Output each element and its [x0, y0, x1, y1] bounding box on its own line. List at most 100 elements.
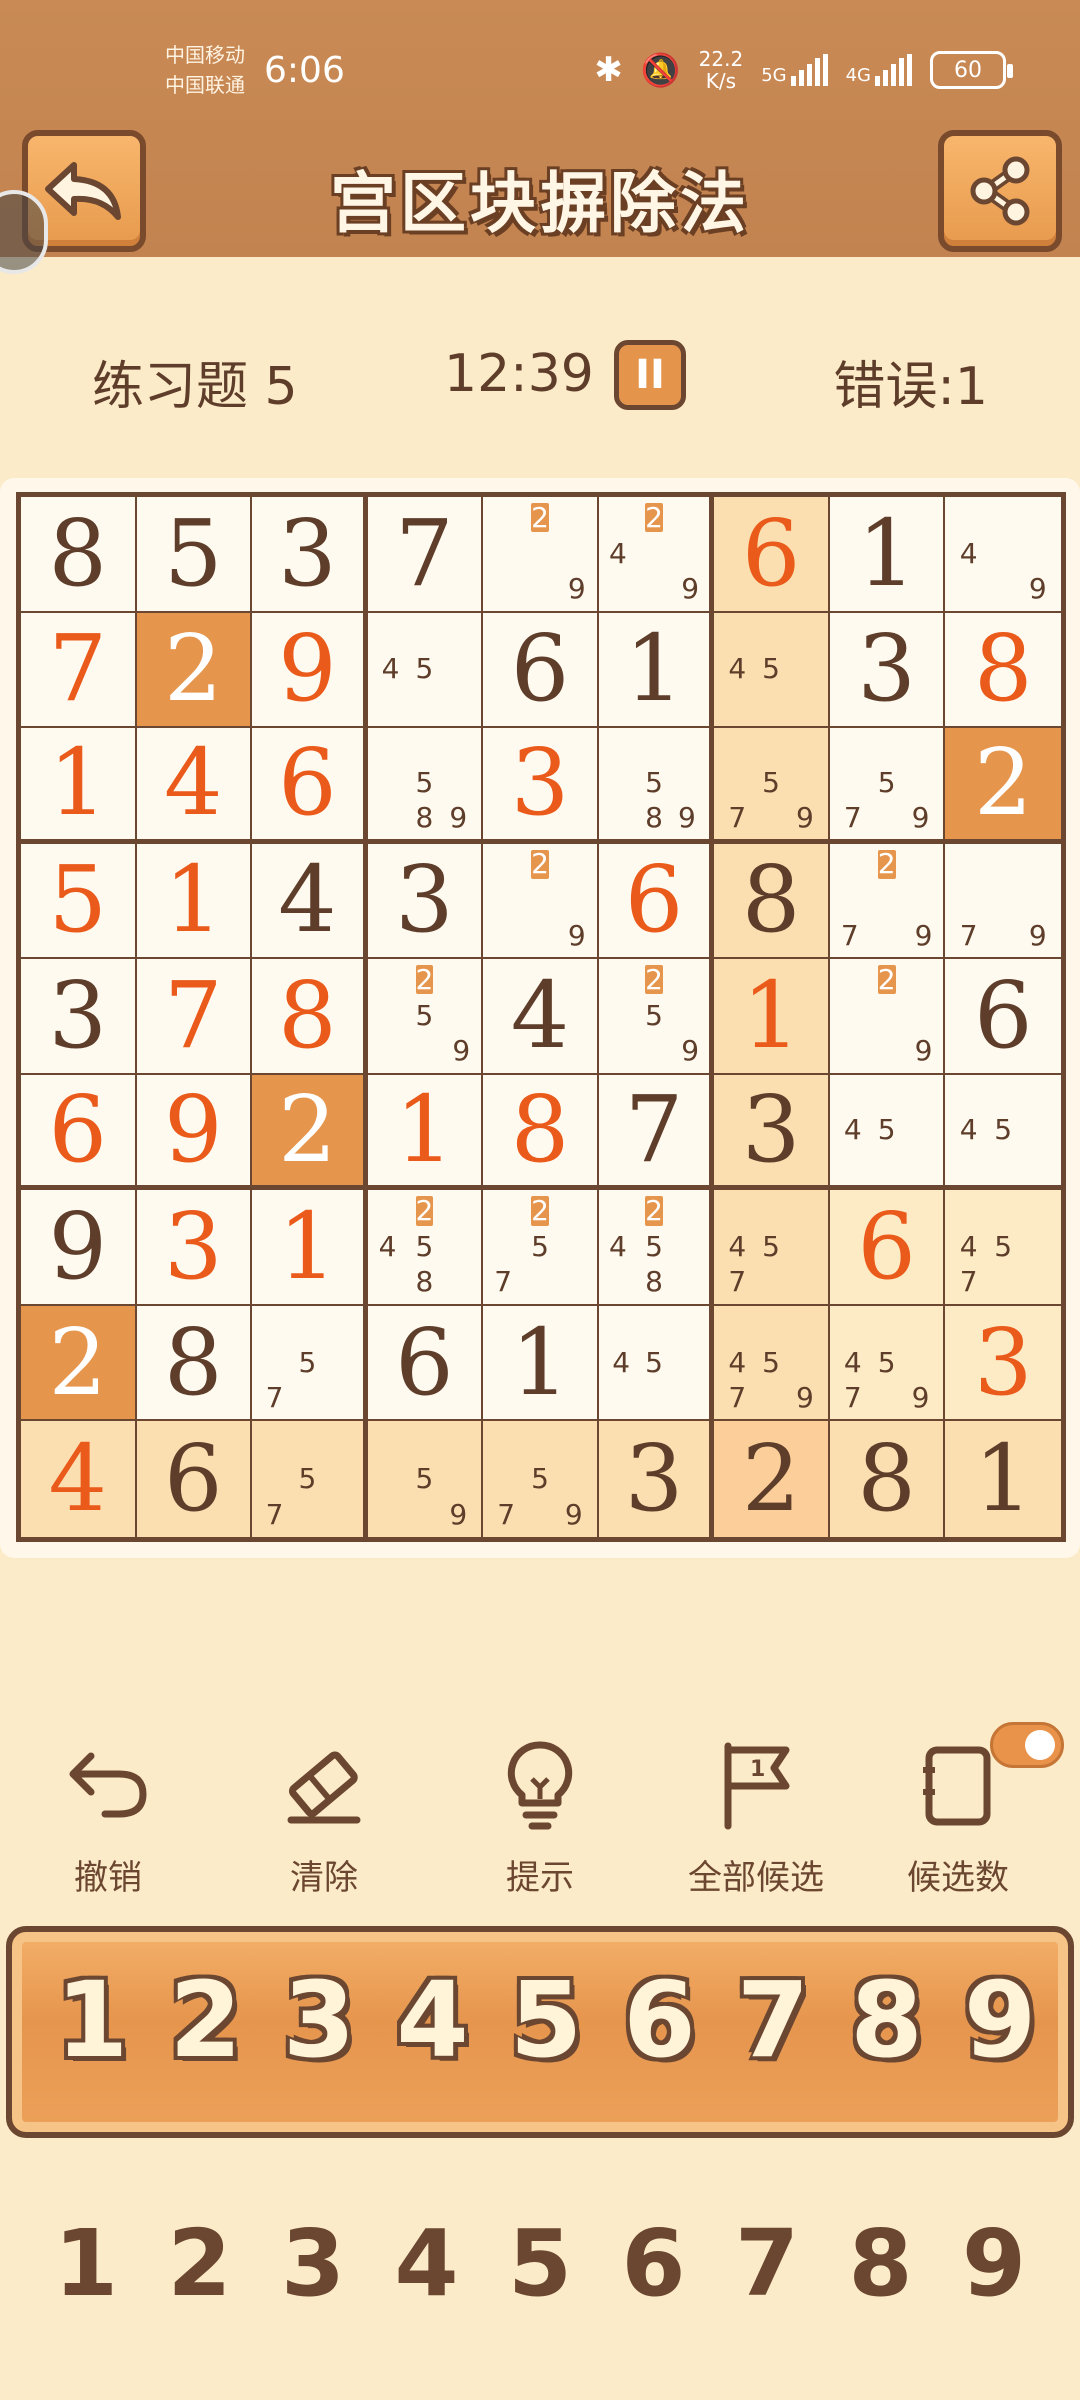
sudoku-cell[interactable]: 1 [483, 1305, 599, 1422]
sudoku-cell[interactable]: 45 [598, 1305, 715, 1422]
sudoku-cell[interactable]: 457 [945, 1190, 1061, 1306]
sudoku-cell[interactable]: 8 [714, 843, 830, 960]
number-button-3[interactable]: 3 [269, 1968, 369, 2072]
sudoku-cell[interactable]: 457 [714, 1190, 830, 1306]
sudoku-cell[interactable]: 6 [598, 843, 715, 960]
sudoku-cell[interactable]: 6 [252, 728, 368, 844]
sudoku-cell[interactable]: 2 [945, 728, 1061, 844]
sudoku-cell[interactable]: 79 [945, 843, 1061, 960]
sudoku-cell[interactable]: 7 [21, 612, 137, 729]
sudoku-cell[interactable]: 2 [21, 1305, 137, 1422]
sudoku-cell[interactable]: 1 [21, 728, 137, 844]
sudoku-cell[interactable]: 8 [252, 959, 368, 1075]
sudoku-cell[interactable]: 1 [136, 843, 253, 960]
sudoku-cell[interactable]: 2458 [598, 1190, 715, 1306]
sudoku-cell[interactable]: 4 [21, 1421, 137, 1537]
sudoku-cell[interactable]: 45 [829, 1074, 946, 1191]
sudoku-cell[interactable]: 9 [252, 612, 368, 729]
sudoku-cell[interactable]: 3 [136, 1190, 253, 1306]
pencil-button-3[interactable]: 3 [263, 2218, 363, 2310]
sudoku-cell[interactable]: 3 [829, 612, 946, 729]
pencil-button-4[interactable]: 4 [377, 2218, 477, 2310]
sudoku-cell[interactable]: 45 [714, 612, 830, 729]
sudoku-cell[interactable]: 49 [945, 497, 1061, 613]
sudoku-cell[interactable]: 457 9 [829, 1305, 946, 1422]
sudoku-cell[interactable]: 59 [367, 1421, 484, 1537]
sudoku-cell[interactable]: 257 [483, 1190, 599, 1306]
sudoku-cell[interactable]: 6 [483, 612, 599, 729]
sudoku-cell[interactable]: 3 [252, 497, 368, 613]
pencil-button-2[interactable]: 2 [150, 2218, 250, 2310]
share-button[interactable] [938, 130, 1062, 252]
sudoku-cell[interactable]: 57 9 [483, 1421, 599, 1537]
sudoku-cell[interactable]: 6 [945, 959, 1061, 1075]
sudoku-cell[interactable]: 2 [714, 1421, 830, 1537]
sudoku-cell[interactable]: 4 [136, 728, 253, 844]
sudoku-cell[interactable]: 7 [367, 497, 484, 613]
pencil-button-5[interactable]: 5 [490, 2218, 590, 2310]
sudoku-cell[interactable]: 2 [136, 612, 253, 729]
sudoku-cell[interactable]: 3 [483, 728, 599, 844]
hint-button[interactable]: 提示 [440, 1730, 640, 1899]
erase-button[interactable]: 清除 [224, 1730, 424, 1899]
number-button-5[interactable]: 5 [496, 1968, 596, 2072]
all-candidates-button[interactable]: 1 全部候选 [656, 1730, 856, 1899]
sudoku-cell[interactable]: 57 [252, 1421, 368, 1537]
sudoku-cell[interactable]: 45 [945, 1074, 1061, 1191]
sudoku-cell[interactable]: 1 [367, 1074, 484, 1191]
number-button-2[interactable]: 2 [156, 1968, 256, 2072]
sudoku-cell[interactable]: 9 [21, 1190, 137, 1306]
sudoku-cell[interactable]: 3 [598, 1421, 715, 1537]
pause-button[interactable]: II [614, 340, 686, 410]
sudoku-cell[interactable]: 4 [252, 843, 368, 960]
number-button-7[interactable]: 7 [723, 1968, 823, 2072]
undo-button[interactable]: 撤销 [8, 1730, 208, 1899]
sudoku-cell[interactable]: 8 [21, 497, 137, 613]
sudoku-cell[interactable]: 1 [252, 1190, 368, 1306]
sudoku-cell[interactable]: 6 [21, 1074, 137, 1191]
sudoku-cell[interactable]: 45 [367, 612, 484, 729]
pencil-button-7[interactable]: 7 [717, 2218, 817, 2310]
pencil-button-1[interactable]: 1 [36, 2218, 136, 2310]
sudoku-cell[interactable]: 1 [714, 959, 830, 1075]
number-button-8[interactable]: 8 [837, 1968, 937, 2072]
candidates-toggle-button[interactable]: 候选数 [858, 1722, 1064, 1899]
sudoku-cell[interactable]: 6 [829, 1190, 946, 1306]
sudoku-cell[interactable]: 57 [252, 1305, 368, 1422]
pencil-button-9[interactable]: 9 [944, 2218, 1044, 2310]
sudoku-cell[interactable]: 259 [598, 959, 715, 1075]
sudoku-cell[interactable]: 4 [483, 959, 599, 1075]
sudoku-cell[interactable]: 8 [945, 612, 1061, 729]
number-button-4[interactable]: 4 [383, 1968, 483, 2072]
sudoku-cell[interactable]: 57 9 [829, 728, 946, 844]
sudoku-cell[interactable]: 57 9 [714, 728, 830, 844]
sudoku-cell[interactable]: 1 [598, 612, 715, 729]
sudoku-cell[interactable]: 1 [945, 1421, 1061, 1537]
sudoku-cell[interactable]: 589 [598, 728, 715, 844]
sudoku-cell[interactable]: 3 [945, 1305, 1061, 1422]
sudoku-cell[interactable]: 9 [136, 1074, 253, 1191]
number-button-1[interactable]: 1 [42, 1968, 142, 2072]
sudoku-cell[interactable]: 7 [598, 1074, 715, 1191]
sudoku-cell[interactable]: 3 [21, 959, 137, 1075]
sudoku-cell[interactable]: 6 [367, 1305, 484, 1422]
sudoku-cell[interactable]: 2458 [367, 1190, 484, 1306]
sudoku-cell[interactable]: 5 [21, 843, 137, 960]
sudoku-cell[interactable]: 259 [367, 959, 484, 1075]
sudoku-cell[interactable]: 3 [714, 1074, 830, 1191]
pencil-button-8[interactable]: 8 [831, 2218, 931, 2310]
number-button-6[interactable]: 6 [610, 1968, 710, 2072]
candidates-toggle[interactable] [990, 1722, 1064, 1768]
sudoku-cell[interactable]: 29 [483, 843, 599, 960]
sudoku-cell[interactable]: 589 [367, 728, 484, 844]
sudoku-cell[interactable]: 2 7 9 [829, 843, 946, 960]
sudoku-cell[interactable]: 8 [136, 1305, 253, 1422]
sudoku-cell[interactable]: 2 [252, 1074, 368, 1191]
number-button-9[interactable]: 9 [950, 1968, 1050, 2072]
sudoku-cell[interactable]: 457 9 [714, 1305, 830, 1422]
pencil-button-6[interactable]: 6 [604, 2218, 704, 2310]
sudoku-cell[interactable]: 8 [829, 1421, 946, 1537]
sudoku-cell[interactable]: 1 [829, 497, 946, 613]
sudoku-cell[interactable]: 6 [714, 497, 830, 613]
sudoku-cell[interactable]: 6 [136, 1421, 253, 1537]
